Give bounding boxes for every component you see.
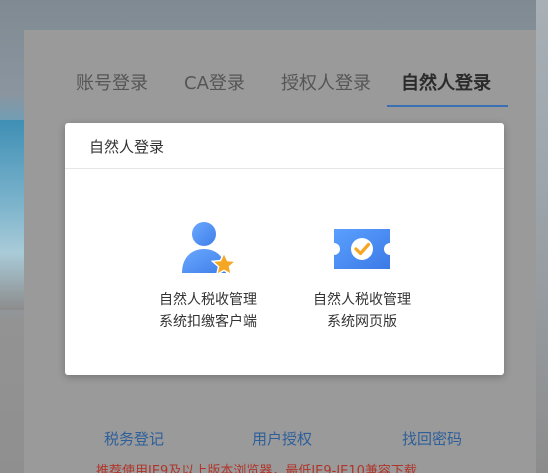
tax-registration-link[interactable]: 税务登记 — [104, 428, 164, 449]
modal-title: 自然人登录 — [89, 138, 165, 156]
background-edge — [536, 0, 548, 473]
option-label-line1: 自然人税收管理 — [159, 292, 257, 308]
tab-ca-login[interactable]: CA登录 — [184, 70, 245, 110]
option-web-version[interactable]: 自然人税收管理 系统网页版 — [287, 217, 437, 337]
footer-links: 税务登记 用户授权 找回密码 — [24, 428, 536, 454]
option-label: 自然人税收管理 系统网页版 — [287, 289, 437, 333]
option-label-line2: 系统网页版 — [327, 314, 397, 330]
user-star-icon — [176, 217, 240, 285]
tab-account-login[interactable]: 账号登录 — [76, 70, 148, 110]
recover-password-link[interactable]: 找回密码 — [402, 428, 462, 449]
ticket-check-icon — [330, 217, 394, 285]
tab-authorized-login[interactable]: 授权人登录 — [281, 70, 371, 110]
natural-person-login-modal: 自然人登录 自然人税收管理 系统扣缴客户端 自然人税收管理 系统网页版 — [65, 123, 504, 375]
option-label: 自然人税收管理 系统扣缴客户端 — [133, 289, 283, 333]
user-authorization-link[interactable]: 用户授权 — [252, 428, 312, 449]
login-tabs: 账号登录 CA登录 授权人登录 自然人登录 — [66, 70, 508, 110]
modal-header: 自然人登录 — [65, 123, 504, 169]
browser-notice: 推荐使用IE9及以上版本浏览器，最低IE9-IE10兼容下载 — [96, 464, 417, 473]
option-withholding-client[interactable]: 自然人税收管理 系统扣缴客户端 — [133, 217, 283, 337]
option-label-line1: 自然人税收管理 — [313, 292, 411, 308]
option-label-line2: 系统扣缴客户端 — [159, 314, 257, 330]
active-tab-indicator — [387, 105, 508, 107]
tab-natural-person-login[interactable]: 自然人登录 — [401, 70, 491, 110]
